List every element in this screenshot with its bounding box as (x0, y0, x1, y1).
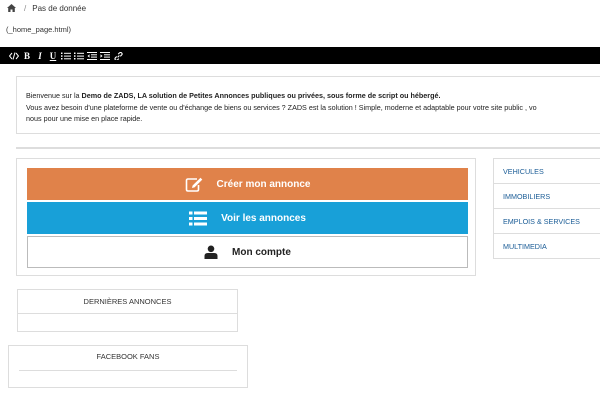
user-icon (204, 245, 218, 259)
actions-panel: Créer mon annonce Voir les annonces Mon … (16, 158, 476, 276)
numbered-list-icon[interactable] (73, 47, 85, 64)
edit-icon (185, 177, 203, 192)
create-ad-button[interactable]: Créer mon annonce (27, 168, 468, 200)
breadcrumb: / Pas de donnée (6, 2, 86, 14)
create-ad-label: Créer mon annonce (216, 178, 311, 190)
category-immobiliers[interactable]: IMMOBILIERS (494, 184, 600, 209)
home-icon[interactable] (6, 4, 16, 12)
my-account-button[interactable]: Mon compte (27, 236, 468, 268)
category-emplois-services[interactable]: EMPLOIS & SERVICES (494, 209, 600, 234)
welcome-line-2: Vous avez besoin d'une plateforme de ven… (26, 102, 537, 112)
indent-icon[interactable] (99, 47, 111, 64)
latest-ads-panel: DERNIÈRES ANNONCES (17, 289, 238, 332)
category-multimedia[interactable]: MULTIMEDIA (494, 234, 600, 259)
category-vehicules[interactable]: VEHICULES (494, 159, 600, 184)
panel-divider (19, 370, 237, 371)
my-account-label: Mon compte (232, 246, 291, 258)
welcome-line-3: nous pour une mise en place rapide. (26, 114, 143, 123)
latest-ads-title: DERNIÈRES ANNONCES (18, 290, 237, 314)
bullet-list-icon[interactable] (60, 47, 72, 64)
welcome-line-1: Bienvenue sur la Demo de ZADS, LA soluti… (26, 91, 441, 100)
welcome-text: Bienvenue sur la Demo de ZADS, LA soluti… (16, 76, 600, 134)
divider (16, 147, 600, 149)
bold-button[interactable]: B (21, 47, 33, 64)
breadcrumb-current: Pas de donnée (32, 3, 87, 13)
italic-button[interactable]: I (34, 47, 46, 64)
facebook-fans-title: FACEBOOK FANS (96, 352, 160, 361)
outdent-icon[interactable] (86, 47, 98, 64)
facebook-fans-panel: FACEBOOK FANS (8, 345, 248, 388)
editor-toolbar: B I U (0, 47, 600, 64)
code-view-icon[interactable] (8, 47, 20, 64)
breadcrumb-separator: / (24, 3, 27, 13)
view-ads-button[interactable]: Voir les annonces (27, 202, 468, 234)
view-ads-label: Voir les annonces (221, 212, 306, 224)
link-icon[interactable] (112, 47, 124, 64)
categories-list: VEHICULES IMMOBILIERS EMPLOIS & SERVICES… (493, 158, 600, 259)
template-filename: (_home_page.html) (6, 25, 72, 34)
underline-button[interactable]: U (47, 47, 59, 64)
list-icon (189, 211, 208, 226)
